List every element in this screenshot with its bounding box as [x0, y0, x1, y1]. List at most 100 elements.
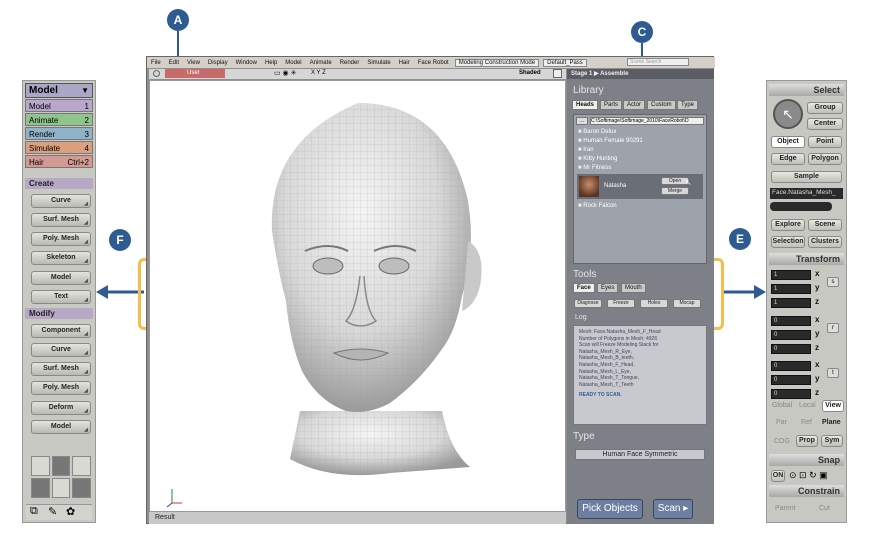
list-item[interactable]: Kitty Hunting	[578, 156, 617, 162]
menu-simulate[interactable]: Simulate	[363, 60, 394, 66]
mode-item-model[interactable]: Model 1	[25, 99, 93, 112]
menu-model[interactable]: Model	[281, 60, 305, 66]
position-y-field[interactable]: 0	[771, 375, 811, 385]
menu-render[interactable]: Render	[336, 60, 364, 66]
par-option[interactable]: Par	[776, 419, 787, 426]
scene-search-input[interactable]: Scene Search	[627, 58, 689, 66]
view-option[interactable]: View	[822, 400, 844, 412]
tab-mouth[interactable]: Mouth	[621, 283, 646, 293]
layout-icon[interactable]	[31, 478, 50, 498]
create-model-button[interactable]: Model	[31, 271, 91, 287]
library-path-field[interactable]: C:\Softimage\Softimage_2010\FaceRobot\D	[590, 117, 704, 125]
scan-button[interactable]: Scan ▸	[653, 499, 693, 519]
mocap-button[interactable]: Mocap	[673, 299, 701, 308]
display-icons[interactable]: ▭ ◉ ✳	[274, 69, 296, 77]
list-item[interactable]: Mr Fitness	[578, 165, 611, 171]
layout-icon[interactable]	[31, 456, 50, 476]
menu-edit[interactable]: Edit	[165, 60, 183, 66]
cut-option[interactable]: Cut	[819, 505, 830, 512]
modify-deform-button[interactable]: Deform	[31, 401, 91, 417]
global-option[interactable]: Global	[772, 402, 792, 409]
tab-actor[interactable]: Actor	[623, 100, 646, 110]
menu-window[interactable]: Window	[232, 60, 261, 66]
viewport-menu-icon[interactable]	[153, 70, 160, 77]
tab-face[interactable]: Face	[573, 283, 595, 293]
cog-option[interactable]: COG	[774, 438, 790, 445]
mode-item-render[interactable]: Render 3	[25, 127, 93, 140]
create-poly-mesh-button[interactable]: Poly. Mesh	[31, 232, 91, 248]
tab-heads[interactable]: Heads	[572, 100, 599, 110]
pick-objects-button[interactable]: Pick Objects	[577, 499, 643, 519]
3d-viewport[interactable]	[149, 80, 566, 512]
camera-selector[interactable]: User	[165, 69, 225, 78]
scale-x-field[interactable]: 1	[771, 270, 811, 280]
scene-button[interactable]: Scene	[808, 219, 842, 231]
modify-poly-mesh-button[interactable]: Poly. Mesh	[31, 381, 91, 397]
local-option[interactable]: Local	[799, 402, 816, 409]
selection-filter-field[interactable]	[770, 202, 832, 211]
ref-option[interactable]: Ref	[801, 419, 812, 426]
polygon-button[interactable]: Polygon	[808, 153, 842, 165]
tab-custom[interactable]: Custom	[647, 100, 676, 110]
snap-options-icon[interactable]: ⊙ ⊡ ↻ ▣	[789, 470, 828, 481]
snap-on-toggle[interactable]: ON	[771, 470, 785, 482]
mode-item-simulate[interactable]: Simulate 4	[25, 141, 93, 154]
menu-animate[interactable]: Animate	[306, 60, 336, 66]
merge-button[interactable]: Merge	[661, 187, 689, 195]
rotation-toggle[interactable]: r	[827, 323, 839, 333]
select-arrow-icon[interactable]: ↖	[773, 99, 803, 129]
position-x-field[interactable]: 0	[771, 361, 811, 371]
layout-icon[interactable]	[72, 478, 91, 498]
prop-button[interactable]: Prop	[796, 435, 818, 447]
holes-button[interactable]: Holes	[640, 299, 668, 308]
list-item[interactable]: Human Female 90291	[578, 138, 642, 144]
menu-help[interactable]: Help	[261, 60, 281, 66]
create-surf-mesh-button[interactable]: Surf. Mesh	[31, 213, 91, 229]
mode-item-hair[interactable]: Hair Ctrl+2	[25, 155, 93, 168]
modify-surf-mesh-button[interactable]: Surf. Mesh	[31, 362, 91, 378]
create-curve-button[interactable]: Curve	[31, 194, 91, 210]
brush-icon[interactable]: ✎	[48, 505, 57, 518]
axis-xyz[interactable]: X Y Z	[311, 70, 326, 76]
paint-icon[interactable]: ✿	[66, 505, 75, 518]
clusters-button[interactable]: Clusters	[808, 236, 842, 248]
diagnose-button[interactable]: Diagnose	[574, 299, 602, 308]
rotation-z-field[interactable]: 0	[771, 344, 811, 354]
object-button[interactable]: Object	[771, 136, 805, 148]
selection-name-field[interactable]: Face.Natasha_Mesh_	[770, 188, 843, 199]
tab-parts[interactable]: Parts	[600, 100, 623, 110]
type-field[interactable]: Human Face Symmetric	[575, 449, 705, 460]
browse-path-button[interactable]: ...	[576, 117, 588, 125]
rotation-y-field[interactable]: 0	[771, 330, 811, 340]
render-pass-combo[interactable]: Default_Pass	[543, 58, 587, 67]
menu-display[interactable]: Display	[204, 60, 232, 66]
rotation-x-field[interactable]: 0	[771, 316, 811, 326]
maximize-icon[interactable]	[553, 69, 562, 78]
freeze-button[interactable]: Freeze	[607, 299, 635, 308]
scale-z-field[interactable]: 1	[771, 298, 811, 308]
list-item[interactable]: Iran	[578, 147, 593, 153]
group-button[interactable]: Group	[807, 102, 843, 114]
plane-option[interactable]: Plane	[822, 419, 841, 426]
edge-button[interactable]: Edge	[771, 153, 805, 165]
position-z-field[interactable]: 0	[771, 389, 811, 399]
sym-button[interactable]: Sym	[821, 435, 843, 447]
mode-selector[interactable]: Model ▼	[25, 83, 93, 98]
create-skeleton-button[interactable]: Skeleton	[31, 251, 91, 267]
menu-file[interactable]: File	[147, 60, 165, 66]
translation-toggle[interactable]: t	[827, 368, 839, 378]
tab-type[interactable]: Type	[677, 100, 699, 110]
create-text-button[interactable]: Text	[31, 290, 91, 306]
menu-hair[interactable]: Hair	[395, 60, 414, 66]
modify-component-button[interactable]: Component	[31, 324, 91, 340]
layout-icon[interactable]	[51, 478, 71, 498]
construction-mode-combo[interactable]: Modeling Construction Mode	[454, 58, 540, 67]
mode-item-animate[interactable]: Animate 2	[25, 113, 93, 126]
menu-face-robot[interactable]: Face Robot	[414, 60, 453, 66]
palette-tab-icon[interactable]: ⧉	[30, 505, 38, 518]
point-button[interactable]: Point	[808, 136, 842, 148]
sample-button[interactable]: Sample	[771, 171, 842, 183]
breadcrumb-stage[interactable]: Stage 1	[571, 71, 592, 77]
list-item[interactable]: Baron Delux	[578, 129, 616, 135]
modify-model-button[interactable]: Model	[31, 420, 91, 436]
